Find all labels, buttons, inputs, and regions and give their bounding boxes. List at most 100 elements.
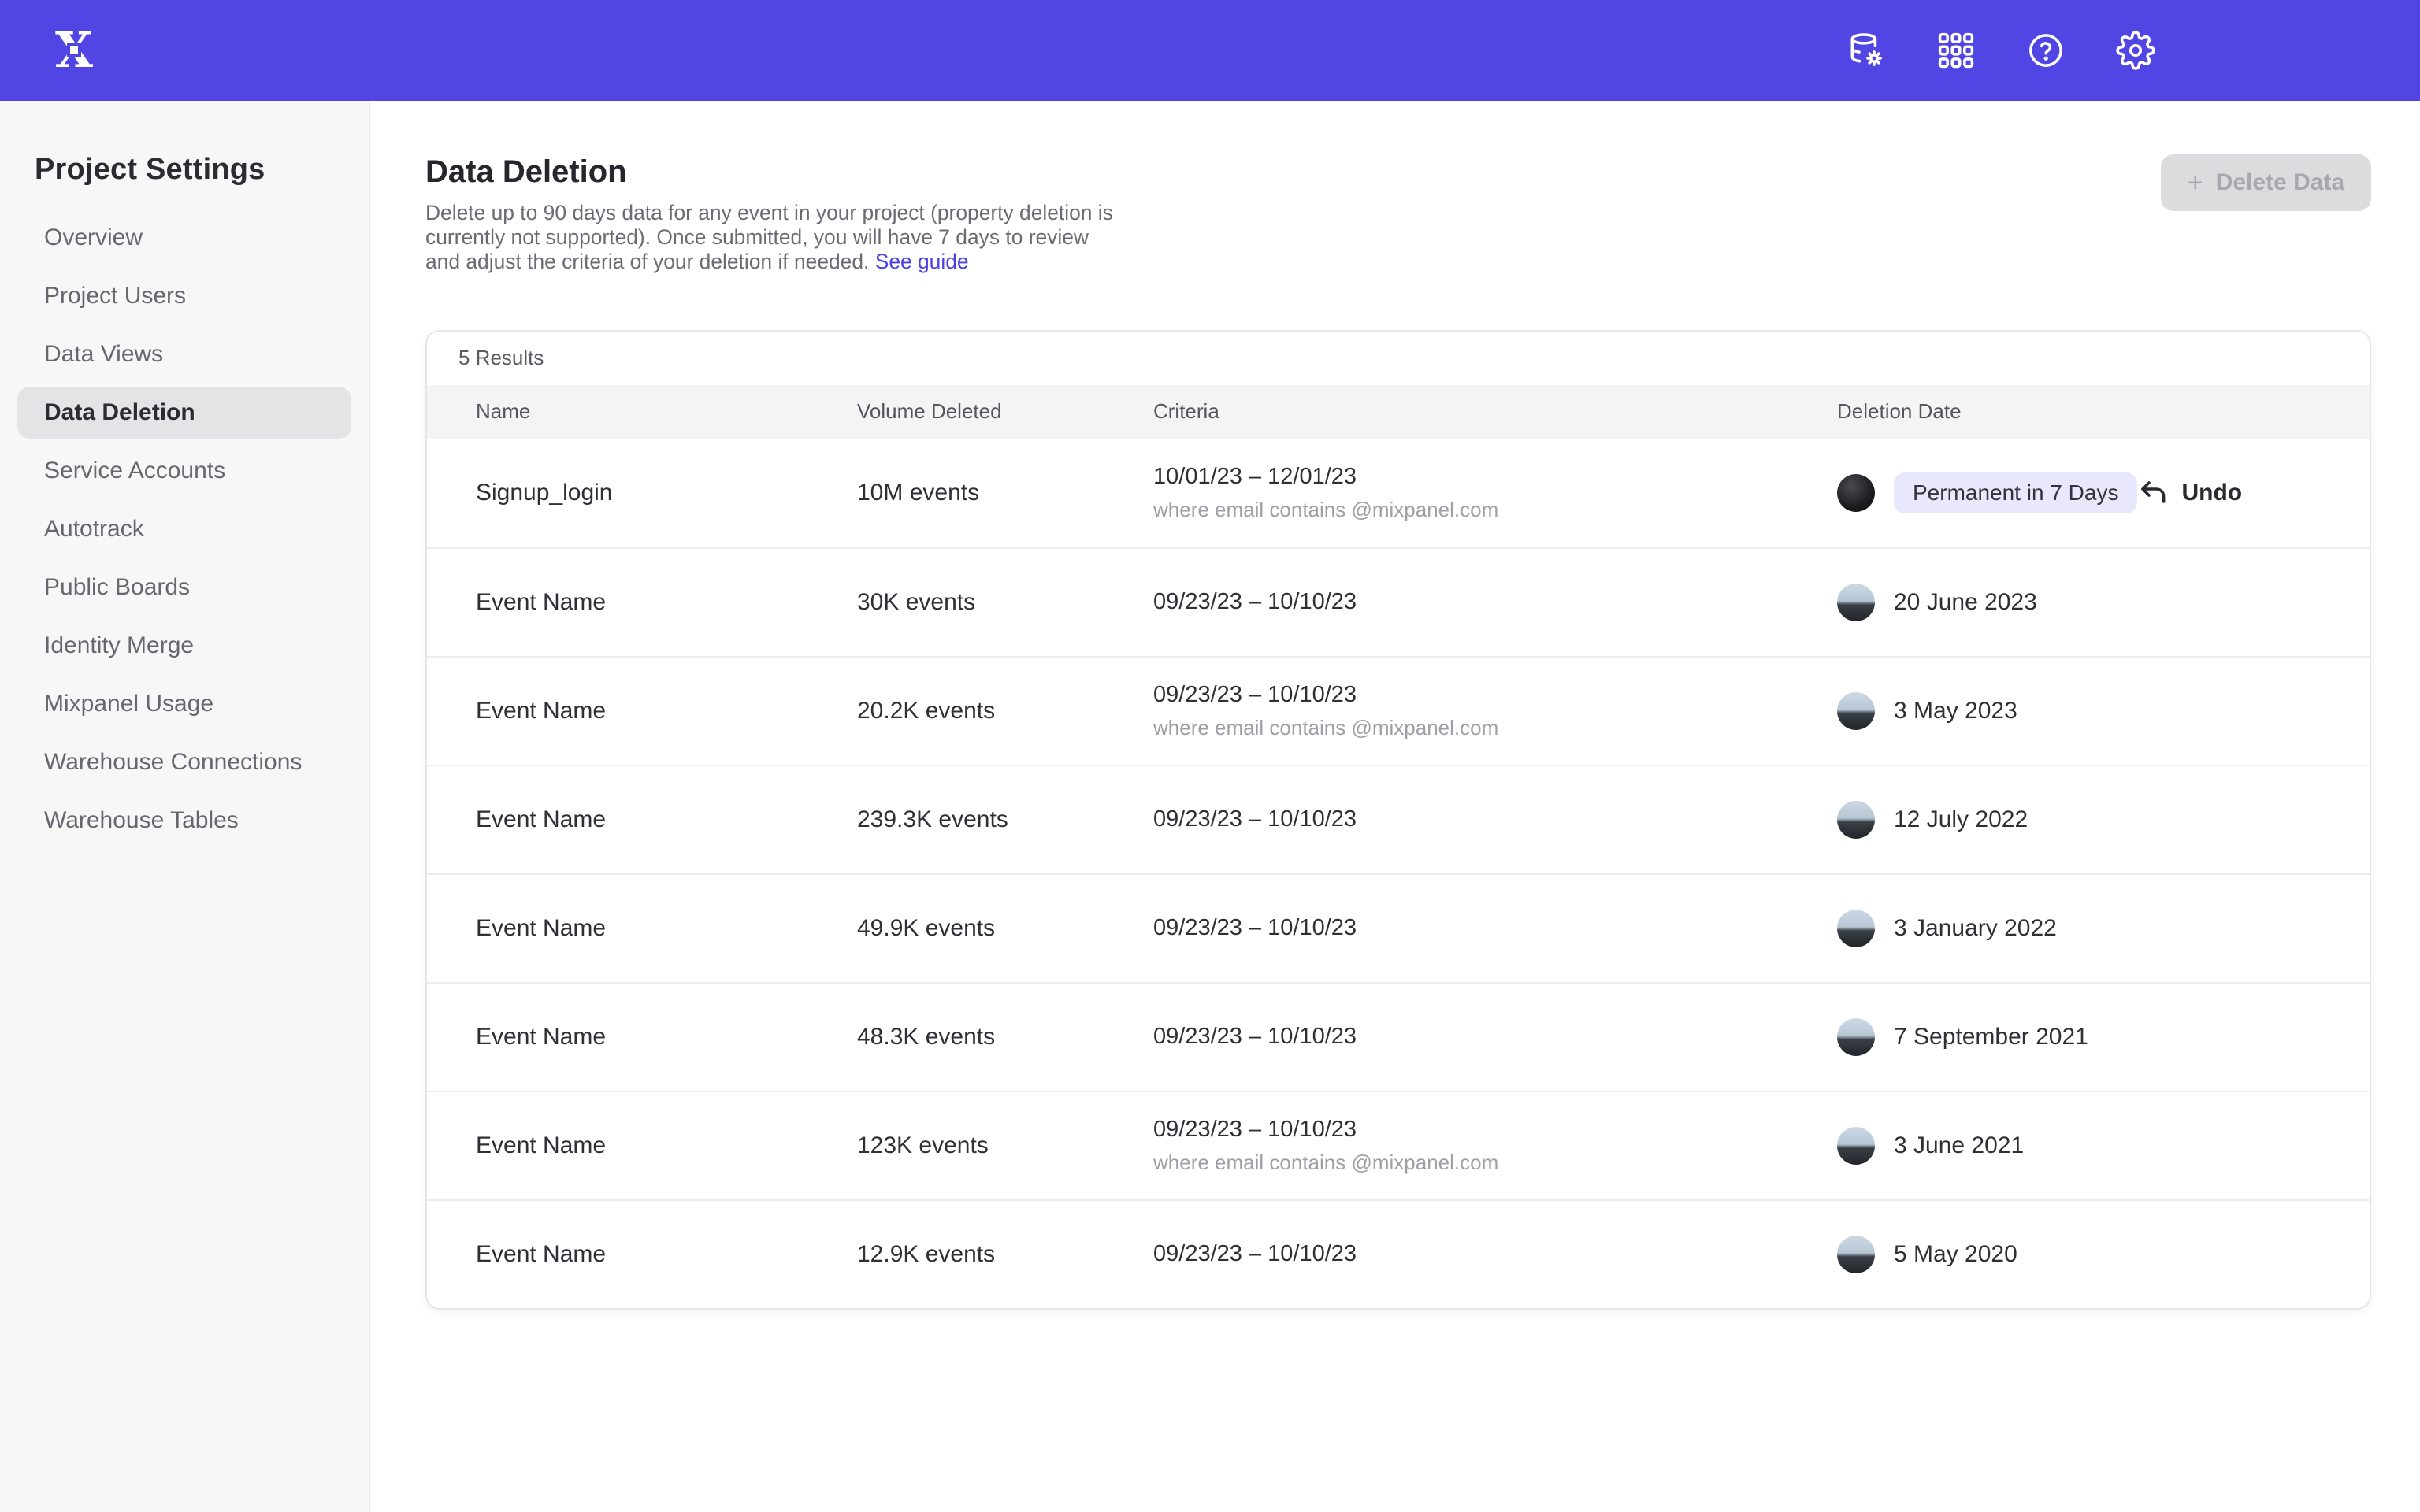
sidebar-item-warehouse-connections[interactable]: Warehouse Connections bbox=[17, 736, 351, 788]
sidebar-item-identity-merge[interactable]: Identity Merge bbox=[17, 620, 351, 672]
column-header-name: Name bbox=[476, 399, 857, 424]
deletion-date-text: 3 May 2023 bbox=[1894, 698, 2017, 724]
page-title: Data Deletion bbox=[425, 154, 2371, 190]
row-deletion-date: 7 September 2021 bbox=[1837, 1018, 2370, 1056]
avatar bbox=[1837, 584, 1875, 621]
apps-grid-icon[interactable] bbox=[1935, 29, 1977, 72]
row-volume: 20.2K events bbox=[857, 698, 1153, 724]
sidebar-item-warehouse-tables[interactable]: Warehouse Tables bbox=[17, 795, 351, 847]
table-row: Signup_login 10M events 10/01/23 – 12/01… bbox=[427, 439, 2370, 547]
delete-data-button[interactable]: + Delete Data bbox=[2161, 154, 2371, 211]
table-row: Event Name 30K events 09/23/23 – 10/10/2… bbox=[427, 547, 2370, 656]
sidebar-item-service-accounts[interactable]: Service Accounts bbox=[17, 445, 351, 497]
row-volume: 12.9K events bbox=[857, 1241, 1153, 1268]
avatar bbox=[1837, 1018, 1875, 1056]
criteria-range: 09/23/23 – 10/10/23 bbox=[1153, 915, 1837, 941]
criteria-range: 09/23/23 – 10/10/23 bbox=[1153, 1241, 1837, 1267]
deletion-date-text: 20 June 2023 bbox=[1894, 589, 2037, 616]
row-criteria: 09/23/23 – 10/10/23 bbox=[1153, 1024, 1837, 1050]
row-name: Event Name bbox=[476, 1132, 857, 1159]
table-header-row: Name Volume Deleted Criteria Deletion Da… bbox=[427, 385, 2370, 439]
column-header-volume-deleted: Volume Deleted bbox=[857, 399, 1153, 424]
criteria-range: 09/23/23 – 10/10/23 bbox=[1153, 806, 1837, 832]
settings-gear-icon[interactable] bbox=[2114, 29, 2157, 72]
criteria-filter: where email contains @mixpanel.com bbox=[1153, 1151, 1837, 1175]
delete-data-label: Delete Data bbox=[2216, 169, 2344, 196]
table-row: Event Name 239.3K events 09/23/23 – 10/1… bbox=[427, 765, 2370, 873]
row-name: Signup_login bbox=[476, 480, 857, 506]
criteria-filter: where email contains @mixpanel.com bbox=[1153, 498, 1837, 522]
sidebar-item-data-deletion[interactable]: Data Deletion bbox=[17, 387, 351, 439]
row-name: Event Name bbox=[476, 806, 857, 833]
sidebar-nav: Overview Project Users Data Views Data D… bbox=[0, 212, 369, 847]
row-deletion-date: 3 May 2023 bbox=[1837, 692, 2370, 730]
row-name: Event Name bbox=[476, 915, 857, 942]
deletion-date-text: 3 June 2021 bbox=[1894, 1132, 2024, 1159]
criteria-range: 09/23/23 – 10/10/23 bbox=[1153, 589, 1837, 615]
deletion-date-text: 12 July 2022 bbox=[1894, 806, 2028, 833]
row-volume: 10M events bbox=[857, 480, 1153, 506]
table-row: Event Name 12.9K events 09/23/23 – 10/10… bbox=[427, 1199, 2370, 1308]
row-criteria: 09/23/23 – 10/10/23 bbox=[1153, 806, 1837, 832]
table-row: Event Name 123K events 09/23/23 – 10/10/… bbox=[427, 1091, 2370, 1199]
row-volume: 48.3K events bbox=[857, 1024, 1153, 1051]
criteria-range: 10/01/23 – 12/01/23 bbox=[1153, 464, 1837, 490]
row-criteria: 09/23/23 – 10/10/23 where email contains… bbox=[1153, 682, 1837, 740]
row-name: Event Name bbox=[476, 1024, 857, 1051]
page-description: Delete up to 90 days data for any event … bbox=[425, 201, 1123, 275]
sidebar-item-overview[interactable]: Overview bbox=[17, 212, 351, 264]
deletion-date-text: 3 January 2022 bbox=[1894, 915, 2057, 942]
criteria-range: 09/23/23 – 10/10/23 bbox=[1153, 1117, 1837, 1143]
sidebar-item-mixpanel-usage[interactable]: Mixpanel Usage bbox=[17, 678, 351, 730]
column-header-deletion-date: Deletion Date bbox=[1837, 399, 2370, 424]
topbar-icon-group bbox=[1845, 29, 2420, 72]
sidebar-item-data-views[interactable]: Data Views bbox=[17, 328, 351, 380]
avatar bbox=[1837, 801, 1875, 839]
row-criteria: 09/23/23 – 10/10/23 bbox=[1153, 589, 1837, 615]
logo-core-square bbox=[70, 46, 78, 54]
row-deletion-date: 20 June 2023 bbox=[1837, 584, 2370, 621]
deletion-date-text: 7 September 2021 bbox=[1894, 1024, 2088, 1051]
undo-button[interactable]: Undo bbox=[2137, 477, 2242, 509]
mixpanel-logo[interactable]: X bbox=[38, 19, 110, 82]
plus-icon: + bbox=[2188, 169, 2203, 196]
row-deletion-date: Permanent in 7 Days Undo bbox=[1837, 472, 2370, 513]
row-deletion-date: 3 January 2022 bbox=[1837, 910, 2370, 947]
row-name: Event Name bbox=[476, 589, 857, 616]
criteria-filter: where email contains @mixpanel.com bbox=[1153, 716, 1837, 740]
row-deletion-date: 5 May 2020 bbox=[1837, 1236, 2370, 1273]
avatar bbox=[1837, 910, 1875, 947]
row-name: Event Name bbox=[476, 1241, 857, 1268]
avatar bbox=[1837, 1127, 1875, 1165]
help-icon[interactable] bbox=[2025, 29, 2067, 72]
data-management-icon[interactable] bbox=[1845, 29, 1887, 72]
column-header-criteria: Criteria bbox=[1153, 399, 1837, 424]
row-deletion-date: 12 July 2022 bbox=[1837, 801, 2370, 839]
see-guide-link[interactable]: See guide bbox=[875, 250, 969, 273]
row-deletion-date: 3 June 2021 bbox=[1837, 1127, 2370, 1165]
sidebar-item-autotrack[interactable]: Autotrack bbox=[17, 503, 351, 555]
status-badge: Permanent in 7 Days bbox=[1894, 472, 2137, 513]
deletion-table-card: 5 Results Name Volume Deleted Criteria D… bbox=[425, 330, 2371, 1310]
main-content: Data Deletion Delete up to 90 days data … bbox=[370, 101, 2420, 1512]
sidebar-item-public-boards[interactable]: Public Boards bbox=[17, 561, 351, 613]
table-row: Event Name 49.9K events 09/23/23 – 10/10… bbox=[427, 873, 2370, 982]
avatar bbox=[1837, 474, 1875, 512]
undo-label: Undo bbox=[2181, 480, 2242, 506]
description-text: Delete up to 90 days data for any event … bbox=[425, 201, 1113, 273]
sidebar: Project Settings Overview Project Users … bbox=[0, 101, 370, 1512]
results-count: 5 Results bbox=[427, 332, 2370, 385]
row-volume: 49.9K events bbox=[857, 915, 1153, 942]
table-row: Event Name 48.3K events 09/23/23 – 10/10… bbox=[427, 982, 2370, 1091]
criteria-range: 09/23/23 – 10/10/23 bbox=[1153, 682, 1837, 708]
undo-arrow-icon bbox=[2137, 477, 2169, 509]
avatar bbox=[1837, 1236, 1875, 1273]
row-criteria: 09/23/23 – 10/10/23 where email contains… bbox=[1153, 1117, 1837, 1175]
sidebar-item-project-users[interactable]: Project Users bbox=[17, 270, 351, 322]
table-row: Event Name 20.2K events 09/23/23 – 10/10… bbox=[427, 656, 2370, 765]
deletion-date-text: 5 May 2020 bbox=[1894, 1241, 2017, 1268]
criteria-range: 09/23/23 – 10/10/23 bbox=[1153, 1024, 1837, 1050]
row-criteria: 09/23/23 – 10/10/23 bbox=[1153, 915, 1837, 941]
row-volume: 123K events bbox=[857, 1132, 1153, 1159]
row-name: Event Name bbox=[476, 698, 857, 724]
